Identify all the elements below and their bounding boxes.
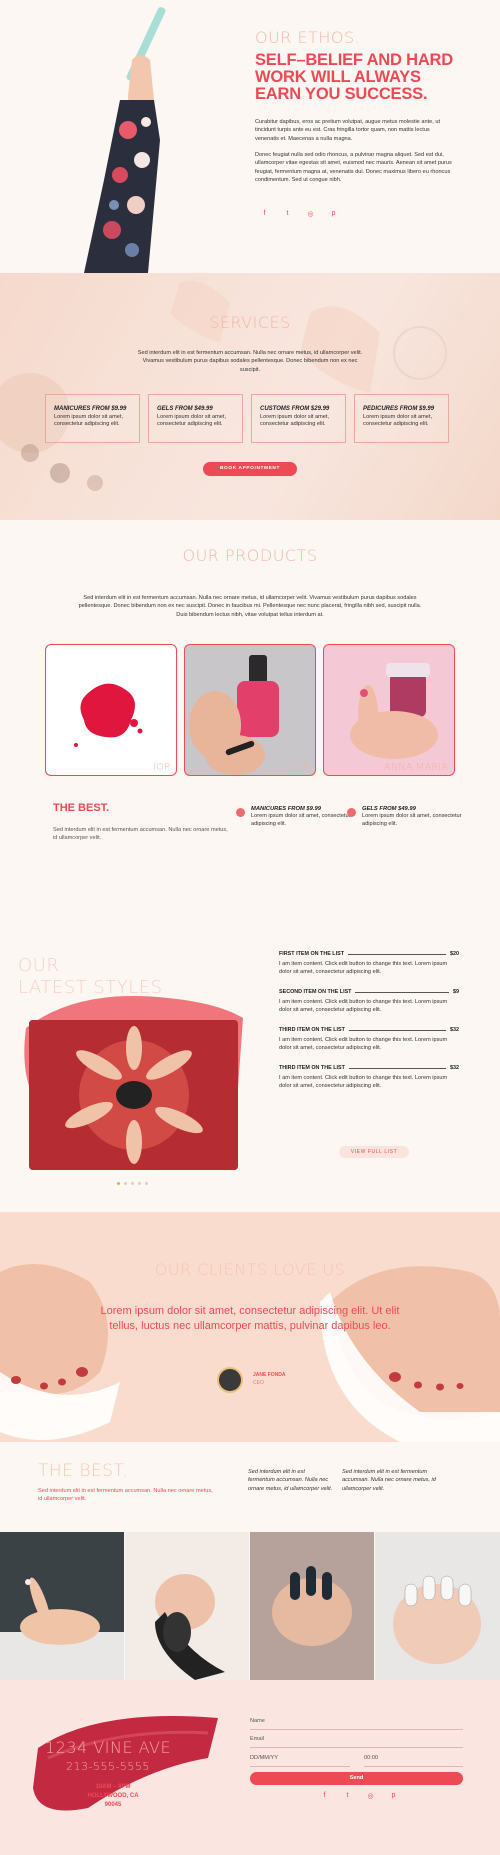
twitter-icon[interactable]: t (344, 1792, 351, 1800)
nail-art-image (375, 1532, 500, 1680)
business-hours: 10AM – 8PM (95, 1784, 131, 1790)
best2-column: Sed interdum elit in est fermentum accum… (342, 1469, 436, 1492)
products-intro: Sed interdum elit in est fermentum accum… (78, 595, 422, 618)
email-field[interactable]: Email (250, 1736, 463, 1748)
gallery-image[interactable] (125, 1532, 249, 1680)
time-field[interactable]: 00:00 (364, 1755, 463, 1767)
social-links: f t ◎ p (321, 1792, 397, 1800)
best2-text: Sed interdum elit in est fermentum accum… (38, 1488, 213, 1503)
instagram-icon[interactable]: ◎ (307, 210, 314, 218)
service-card-manicures: MANICURES FROM $9.99 Lorem ipsum dolor s… (45, 394, 140, 443)
ethos-paragraph: Curabitur dapibus, eros ac pretium volut… (255, 119, 441, 142)
product-caption: IOP (153, 762, 170, 773)
product-card[interactable]: ANNA MARIA (323, 644, 455, 776)
ethos-paragraph: Donec feugiat nulla sed odio rhoncus, a … (255, 152, 452, 184)
facebook-icon[interactable]: f (321, 1792, 328, 1800)
contact-section: 1234 VINE AVE 213-555-5555 10AM – 8PM HO… (0, 1680, 500, 1855)
best-title: THE BEST. (53, 802, 110, 814)
hand-holding-nail-file-image (84, 7, 166, 273)
book-appointment-button[interactable]: BOOK APPOINTMENT (203, 462, 297, 476)
polish-jar-image (350, 663, 438, 759)
avatar (217, 1367, 243, 1393)
product-caption: LLA (290, 762, 309, 773)
pinterest-icon[interactable]: p (330, 210, 337, 218)
clients-title: OUR CLIENTS LOVE US (154, 1260, 346, 1279)
client-role: CEO (253, 1380, 264, 1386)
name-field[interactable]: Name (250, 1718, 463, 1730)
services-intro: Sed interdum elit in est fermentum accum… (137, 350, 363, 373)
nail-care-image (125, 1532, 249, 1680)
client-name: JANE FONDA (253, 1372, 286, 1378)
product-card[interactable]: LLA (184, 644, 316, 776)
gallery-image[interactable] (0, 1532, 124, 1680)
clients-section: OUR CLIENTS LOVE US Lorem ipsum dolor si… (0, 1212, 500, 1442)
service-card-pedicures: PEDICURES FROM $9.99 Lorem ipsum dolor s… (354, 394, 449, 443)
feature-manicures: MANICURES FROM $9.99 Lorem ipsum dolor s… (251, 806, 351, 828)
service-card-gels: GELS FROM $49.99 Lorem ipsum dolor sit a… (148, 394, 243, 443)
dark-polish-image (250, 1532, 374, 1680)
view-full-list-button[interactable]: VIEW FULL LIST (339, 1146, 409, 1158)
carousel-dots[interactable] (117, 1182, 148, 1185)
address-street: 1234 VINE AVE (45, 1738, 172, 1757)
send-button[interactable]: Send (250, 1772, 463, 1785)
feature-dot (347, 804, 356, 822)
gallery-image[interactable] (250, 1532, 374, 1680)
menu-item: FIRST ITEM ON THE LIST $20 I am item cont… (279, 951, 459, 976)
ethos-section: OUR ETHOS. SELF–BELIEF AND HARD WORK WIL… (0, 0, 500, 273)
services-section: SERVICES Sed interdum elit in est fermen… (0, 273, 500, 520)
menu-item: THIRD ITEM ON THE LIST $32 I am item cont… (279, 1027, 459, 1052)
twitter-icon[interactable]: t (284, 210, 291, 218)
feature-dot (236, 804, 245, 822)
product-card[interactable]: IOP (45, 644, 177, 776)
instagram-icon[interactable]: ◎ (367, 1792, 374, 1800)
best2-column: Sed interdum elit in est fermentum accum… (248, 1469, 333, 1492)
address-zip: 90045 (104, 1802, 122, 1808)
social-links: f t ◎ p (261, 210, 337, 218)
product-caption: ANNA MARIA (383, 762, 448, 773)
service-card-customs: CUSTOMS FROM $29.99 Lorem ipsum dolor si… (251, 394, 346, 443)
best-text: Sed interdum elit in est fermentum accum… (53, 827, 228, 842)
products-title: OUR PRODUCTS (182, 546, 318, 565)
ethos-kicker: OUR ETHOS. (255, 28, 361, 47)
address-city: HOLLYWOOD, CA (87, 1793, 139, 1799)
latest-styles-carousel-image[interactable] (29, 1020, 238, 1170)
ethos-headline: SELF–BELIEF AND HARD WORK WILL ALWAYS EA… (255, 51, 453, 103)
facebook-icon[interactable]: f (261, 210, 268, 218)
hands-circle-image (29, 1020, 238, 1170)
manicure-hand-image (0, 1532, 124, 1680)
testimonial-quote: Lorem ipsum dolor sit amet, consectetur … (100, 1305, 400, 1332)
polish-bottle-image (189, 655, 279, 775)
menu-item: THIRD ITEM ON THE LIST $32 I am item cont… (279, 1065, 459, 1090)
feature-gels: GELS FROM $49.99 Lorem ipsum dolor sit a… (362, 806, 462, 828)
gallery-image[interactable] (375, 1532, 500, 1680)
date-field[interactable]: DD/MM/YY (250, 1755, 350, 1767)
address-phone: 213-555-5555 (66, 1760, 150, 1773)
menu-item: SECOND ITEM ON THE LIST $9 I am item cont… (279, 989, 459, 1014)
polish-splash-image (74, 683, 143, 747)
services-title: SERVICES (209, 313, 291, 332)
best2-title: THE BEST. (38, 1461, 129, 1481)
pinterest-icon[interactable]: p (390, 1792, 397, 1800)
